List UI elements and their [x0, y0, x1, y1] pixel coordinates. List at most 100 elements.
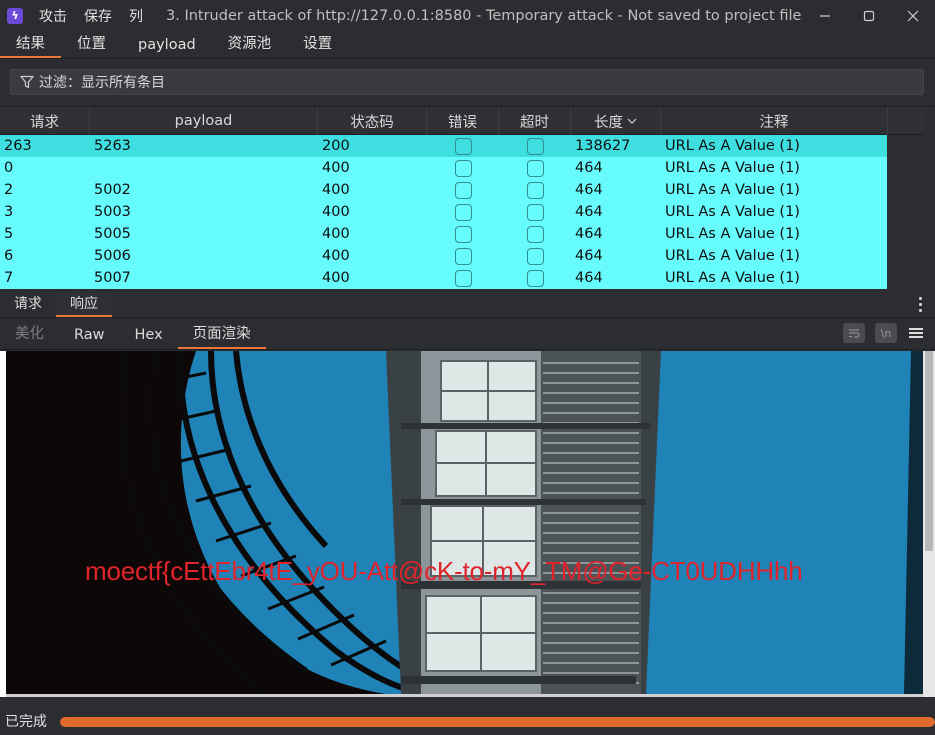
more-options-icon[interactable] [919, 297, 923, 315]
column-header-comment[interactable]: 注释 [661, 107, 888, 135]
tab-hex[interactable]: Hex [120, 327, 178, 349]
column-header-length-label: 长度 [594, 114, 623, 131]
table-row[interactable]: 2 5002 400 464 URL As A Value (1) [0, 179, 887, 201]
column-header-timeout[interactable]: 超时 [499, 107, 571, 135]
minimize-icon [820, 14, 830, 17]
cell-error [427, 267, 499, 289]
cell-error [427, 245, 499, 267]
cell-length: 464 [575, 270, 603, 286]
cell-comment: URL As A Value (1) [665, 248, 800, 264]
cell-request: 5 [4, 226, 14, 242]
render-vertical-scrollbar[interactable] [923, 351, 935, 697]
building-photo [6, 351, 923, 694]
table-row[interactable]: 5 5005 400 464 URL As A Value (1) [0, 223, 887, 245]
cell-timeout [499, 267, 571, 289]
tab-pretty[interactable]: 美化 [0, 322, 59, 349]
cell-error [427, 179, 499, 201]
table-row[interactable]: 6 5006 400 464 URL As A Value (1) [0, 245, 887, 267]
column-header-request[interactable]: 请求 [0, 107, 90, 135]
cell-error [427, 201, 499, 223]
hamburger-menu-icon[interactable] [909, 326, 923, 340]
results-table: 请求 payload 状态码 错误 超时 长度 注释 2 6 3 5263 200 138… [0, 106, 935, 289]
tab-request[interactable]: 请求 [0, 293, 56, 317]
table-scroll-gutter [887, 135, 925, 287]
timeout-checkbox [526, 137, 544, 155]
render-horizontal-scrollbar[interactable] [6, 694, 923, 697]
progress-fill [60, 717, 935, 727]
cell-comment: URL As A Value (1) [665, 270, 800, 286]
cell-length: 464 [575, 248, 603, 264]
cell-payload: 5002 [94, 182, 131, 198]
column-header-payload[interactable]: payload [90, 107, 318, 135]
filter-bar[interactable]: 过滤：显示所有条目 [10, 69, 924, 95]
cell-status: 400 [322, 160, 350, 176]
tab-positions[interactable]: 位置 [61, 32, 122, 58]
cell-status: 200 [322, 138, 350, 154]
menu-item-columns[interactable]: 列 [129, 6, 143, 26]
cell-status: 400 [322, 226, 350, 242]
tab-resource-pool[interactable]: 资源池 [212, 32, 288, 58]
column-header-error[interactable]: 错误 [427, 107, 499, 135]
table-row[interactable]: 7 5007 400 464 URL As A Value (1) [0, 267, 887, 289]
cell-timeout [499, 245, 571, 267]
close-button[interactable] [891, 0, 935, 31]
show-newlines-button[interactable]: \n [875, 323, 897, 343]
error-checkbox [454, 137, 472, 155]
rendered-background-image: moectf{cEttEbr4tE_yOU-Att@cK-to-mY_TM@Ge… [6, 351, 923, 694]
close-icon [907, 10, 919, 21]
tab-payloads[interactable]: payload [122, 37, 212, 58]
table-scrollbar[interactable] [925, 107, 935, 287]
error-checkbox [454, 247, 472, 265]
menu-item-attack[interactable]: 攻击 [39, 6, 67, 26]
filter-icon [20, 75, 34, 89]
cell-status: 400 [322, 204, 350, 220]
main-tabs: 结果 位置 payload 资源池 设置 [0, 31, 935, 59]
request-response-tabs: 请求 响应 [0, 290, 935, 318]
view-tabs: 美化 Raw Hex 页面渲染 [0, 320, 935, 350]
cell-status: 400 [322, 248, 350, 264]
cell-comment: URL As A Value (1) [665, 204, 800, 220]
cell-payload: 5263 [94, 138, 131, 154]
tab-render[interactable]: 页面渲染 [177, 322, 266, 349]
flag-text: moectf{cEttEbr4tE_yOU-Att@cK-to-mY_TM@Ge… [85, 556, 803, 586]
scrollbar-thumb[interactable] [925, 351, 933, 551]
tab-settings[interactable]: 设置 [287, 32, 348, 58]
burp-logo-icon: ϟ [7, 7, 23, 24]
cell-error [427, 223, 499, 245]
maximize-icon [863, 10, 875, 21]
table-row[interactable]: 3 5003 400 464 URL As A Value (1) [0, 201, 887, 223]
filter-label: 过滤：显示所有条目 [39, 75, 165, 91]
cell-error [427, 135, 499, 157]
cell-status: 400 [322, 182, 350, 198]
cell-timeout [499, 157, 571, 179]
maximize-button[interactable] [847, 0, 891, 31]
column-header-length[interactable]: 长度 [571, 107, 661, 135]
cell-payload [90, 157, 318, 179]
cell-request: 7 [4, 270, 14, 286]
minimize-button[interactable] [803, 0, 847, 31]
window-title: 3. Intruder attack of http://127.0.0.1:8… [166, 7, 802, 24]
word-wrap-button[interactable] [843, 323, 865, 343]
timeout-checkbox [526, 159, 544, 177]
cell-request: 3 [4, 204, 14, 220]
cell-status: 400 [322, 270, 350, 286]
cell-length: 138627 [575, 138, 631, 154]
table-header: 请求 payload 状态码 错误 超时 长度 注释 [0, 107, 925, 135]
tab-results[interactable]: 结果 [0, 32, 61, 58]
cell-request: 0 [4, 160, 14, 176]
cell-length: 464 [575, 226, 603, 242]
cell-request: 6 [4, 248, 14, 264]
cell-comment: URL As A Value (1) [665, 226, 800, 242]
table-row[interactable]: 0 400 464 URL As A Value (1) [0, 157, 887, 179]
table-row[interactable]: 263 5263 200 138627 URL As A Value (1) [0, 135, 887, 157]
tab-response[interactable]: 响应 [56, 293, 112, 317]
cell-request: 2 [4, 182, 14, 198]
word-wrap-icon [849, 329, 860, 338]
column-header-status[interactable]: 状态码 [318, 107, 427, 135]
menu-bar: 攻击 保存 列 [39, 6, 160, 26]
window-controls [803, 0, 935, 31]
error-checkbox [454, 269, 472, 287]
menu-item-save[interactable]: 保存 [84, 6, 112, 26]
tab-raw[interactable]: Raw [59, 327, 120, 349]
error-checkbox [454, 203, 472, 221]
